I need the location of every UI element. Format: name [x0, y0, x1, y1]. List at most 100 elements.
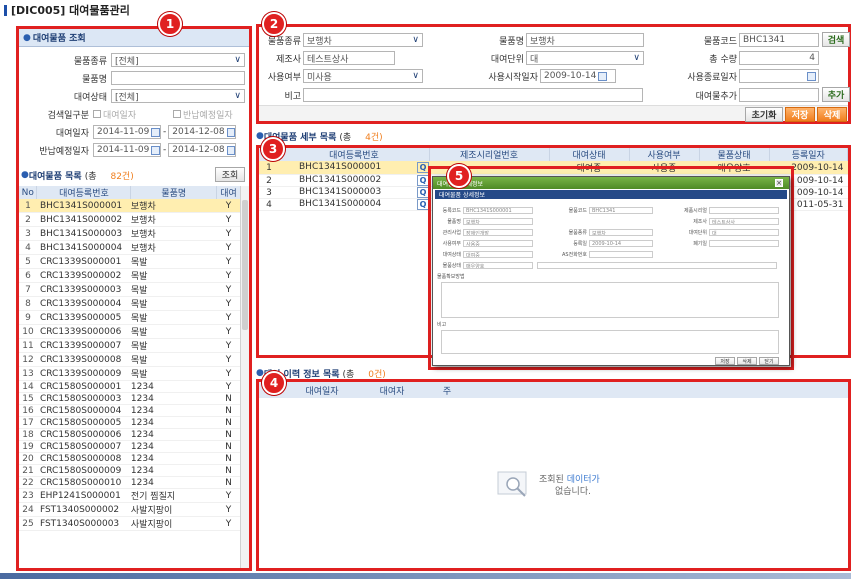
code-search-button[interactable]: 검색	[822, 32, 850, 47]
table-row[interactable]: 5 CRC1339S000001 목발 Y	[19, 254, 241, 269]
kind-select[interactable]: 보행차	[303, 33, 423, 47]
calendar-icon[interactable]	[151, 145, 160, 155]
dlg-close-button[interactable]: 닫기	[759, 357, 779, 365]
end-date-row: 사용종료일자	[669, 69, 819, 83]
table-row[interactable]: 11 CRC1339S000007 목발 Y	[19, 338, 241, 353]
items-header-row: 대여등록번호 제조시리얼번호 대여상태 사용여부 물품상태 등록일자	[259, 148, 848, 161]
start-date-input[interactable]: 2009-10-14	[540, 69, 616, 83]
table-row[interactable]: 4 BHC1341S000004 보행차 Y	[19, 240, 241, 255]
return-date-checkbox[interactable]	[173, 110, 181, 118]
save-button[interactable]: 저장	[785, 107, 815, 122]
bottom-bar	[0, 573, 851, 579]
search-panel-header: ● 대여물품 조회	[19, 29, 249, 47]
calendar-icon[interactable]	[807, 71, 816, 81]
table-row[interactable]: 2 BHC1341S000002 보행차 Y	[19, 212, 241, 227]
unit-select[interactable]: 대	[526, 51, 644, 65]
dlg-f10: 등록일 2009-10-14	[553, 240, 653, 247]
badge-3: 3	[261, 137, 285, 161]
dlg-f9: 사용여부 사용중	[437, 240, 533, 247]
delete-button[interactable]: 삭제	[817, 107, 847, 122]
table-row[interactable]: 19 CRC1580S000007 1234 N	[19, 440, 241, 453]
kind-filter-row: 물품종류 [전체]	[23, 53, 245, 67]
kind-filter-select[interactable]: [전체]	[111, 53, 245, 67]
search-button[interactable]: 조회	[215, 167, 245, 182]
return-date-from[interactable]: 2014-11-09	[93, 143, 161, 157]
name-input[interactable]: 보행차	[526, 33, 644, 47]
calendar-icon[interactable]	[151, 127, 160, 137]
table-row[interactable]: 6 CRC1339S000002 목발 Y	[19, 268, 241, 283]
table-row[interactable]: 25 FST1340S000003 사발지팡이 Y	[19, 516, 241, 531]
table-row[interactable]: 8 CRC1339S000004 목발 Y	[19, 296, 241, 311]
rent-date-from[interactable]: 2014-11-09	[93, 125, 161, 139]
dlg-area1[interactable]	[441, 282, 779, 318]
dlg-delete-button[interactable]: 삭제	[737, 357, 757, 365]
calendar-icon[interactable]	[226, 127, 236, 137]
table-row[interactable]: 14 CRC1580S000001 1234 Y	[19, 380, 241, 393]
rent-date-checkbox[interactable]	[93, 110, 101, 118]
reset-button[interactable]: 초기화	[745, 107, 783, 122]
unit-row: 대여단위 대	[474, 51, 644, 65]
table-row[interactable]: 17 CRC1580S000005 1234 N	[19, 416, 241, 429]
scroll-thumb[interactable]	[242, 200, 248, 330]
table-row[interactable]: 22 CRC1580S000010 1234 N	[19, 476, 241, 489]
table-row[interactable]: 1 BHC1341S000001 보행차 Y	[19, 199, 241, 213]
table-row[interactable]: 18 CRC1580S000006 1234 N	[19, 428, 241, 441]
table-row[interactable]: 12 CRC1339S000008 목발 Y	[19, 352, 241, 367]
pin-icon: ●	[23, 32, 31, 43]
close-icon[interactable]: ×	[775, 179, 783, 187]
return-date-to[interactable]: 2014-12-08	[168, 143, 237, 157]
dialog-titlebar[interactable]: 대여물품 상세정보	[433, 177, 789, 189]
empty-state: 조회된 데이터가 없습니다.	[495, 470, 600, 502]
total-input[interactable]: 4	[739, 51, 819, 65]
table-row[interactable]: 16 CRC1580S000004 1234 N	[19, 404, 241, 417]
name-filter-input[interactable]	[111, 71, 245, 85]
dlg-f11: 폐기일	[673, 240, 779, 247]
detail-form-panel: 물품종류 보행차 물품명 보행차 물품코드 BHC1341 검색 제조사 테스트…	[256, 24, 851, 124]
name-filter-row: 물품명	[23, 71, 245, 85]
detail-dialog: 대여물품 상세정보 × 대여물품 상세정보 등록코드 BHC1341S000001…	[432, 176, 790, 366]
dlg-f5: 제조사 테스트상사	[673, 218, 779, 225]
kind-row: 물품종류 보행차	[263, 33, 423, 47]
code-input[interactable]: BHC1341	[739, 33, 819, 47]
search-type-row: 검색일구분 대여일자 반납예정일자	[47, 110, 233, 121]
end-date-input[interactable]	[739, 69, 819, 83]
dlg-area1-label: 물품확보방법	[437, 274, 465, 280]
badge-5: 5	[447, 164, 471, 188]
use-select[interactable]: 미사용	[303, 69, 423, 83]
table-row[interactable]: 10 CRC1339S000006 목발 Y	[19, 324, 241, 339]
table-row[interactable]: 20 CRC1580S000008 1234 N	[19, 452, 241, 465]
return-date-row: 반납예정일자 2014-11-09 - 2014-12-08	[23, 143, 245, 157]
maker-row: 제조사 테스트상사	[263, 51, 423, 65]
table-row[interactable]: 13 CRC1339S000009 목발 Y	[19, 366, 241, 381]
note-input[interactable]	[303, 88, 643, 102]
add-row: 대여물추가	[669, 88, 819, 102]
calendar-icon[interactable]	[226, 145, 236, 155]
dlg-f4: 물품명 보행차	[437, 218, 533, 225]
dlg-save-button[interactable]: 저장	[715, 357, 735, 365]
add-button[interactable]: 추가	[822, 87, 850, 102]
table-row[interactable]: 15 CRC1580S000003 1234 N	[19, 392, 241, 405]
list-header-row: No 대여등록번호 물품명 대여	[19, 186, 241, 199]
name-row: 물품명 보행차	[474, 33, 644, 47]
calendar-icon[interactable]	[598, 71, 608, 81]
rent-date-to[interactable]: 2014-12-08	[168, 125, 237, 139]
table-row[interactable]: 24 FST1340S000002 사발지팡이 Y	[19, 502, 241, 517]
dlg-area2-label: 비고	[437, 322, 447, 328]
maker-input[interactable]: 테스트상사	[303, 51, 395, 65]
table-row[interactable]: 3 BHC1341S000003 보행차 Y	[19, 226, 241, 241]
table-row[interactable]: 9 CRC1339S000005 목발 Y	[19, 310, 241, 325]
badge-1: 1	[158, 12, 182, 36]
title-bar-icon	[4, 4, 7, 16]
list-scrollbar[interactable]	[240, 186, 249, 568]
use-row: 사용여부 미사용	[263, 69, 423, 83]
table-row[interactable]: 21 CRC1580S000009 1234 N	[19, 464, 241, 477]
dlg-area2[interactable]	[441, 330, 779, 354]
note-row: 비고	[263, 88, 643, 102]
table-row[interactable]: 23 EHP1241S000001 전기 찜질지 Y	[19, 488, 241, 503]
add-input[interactable]	[739, 88, 819, 102]
badge-2: 2	[262, 12, 286, 36]
page-title: [DIC005] 대여물품관리	[4, 2, 130, 18]
total-row: 총 수량 4	[669, 51, 819, 65]
table-row[interactable]: 7 CRC1339S000003 목발 Y	[19, 282, 241, 297]
status-filter-select[interactable]: [전체]	[111, 89, 245, 103]
